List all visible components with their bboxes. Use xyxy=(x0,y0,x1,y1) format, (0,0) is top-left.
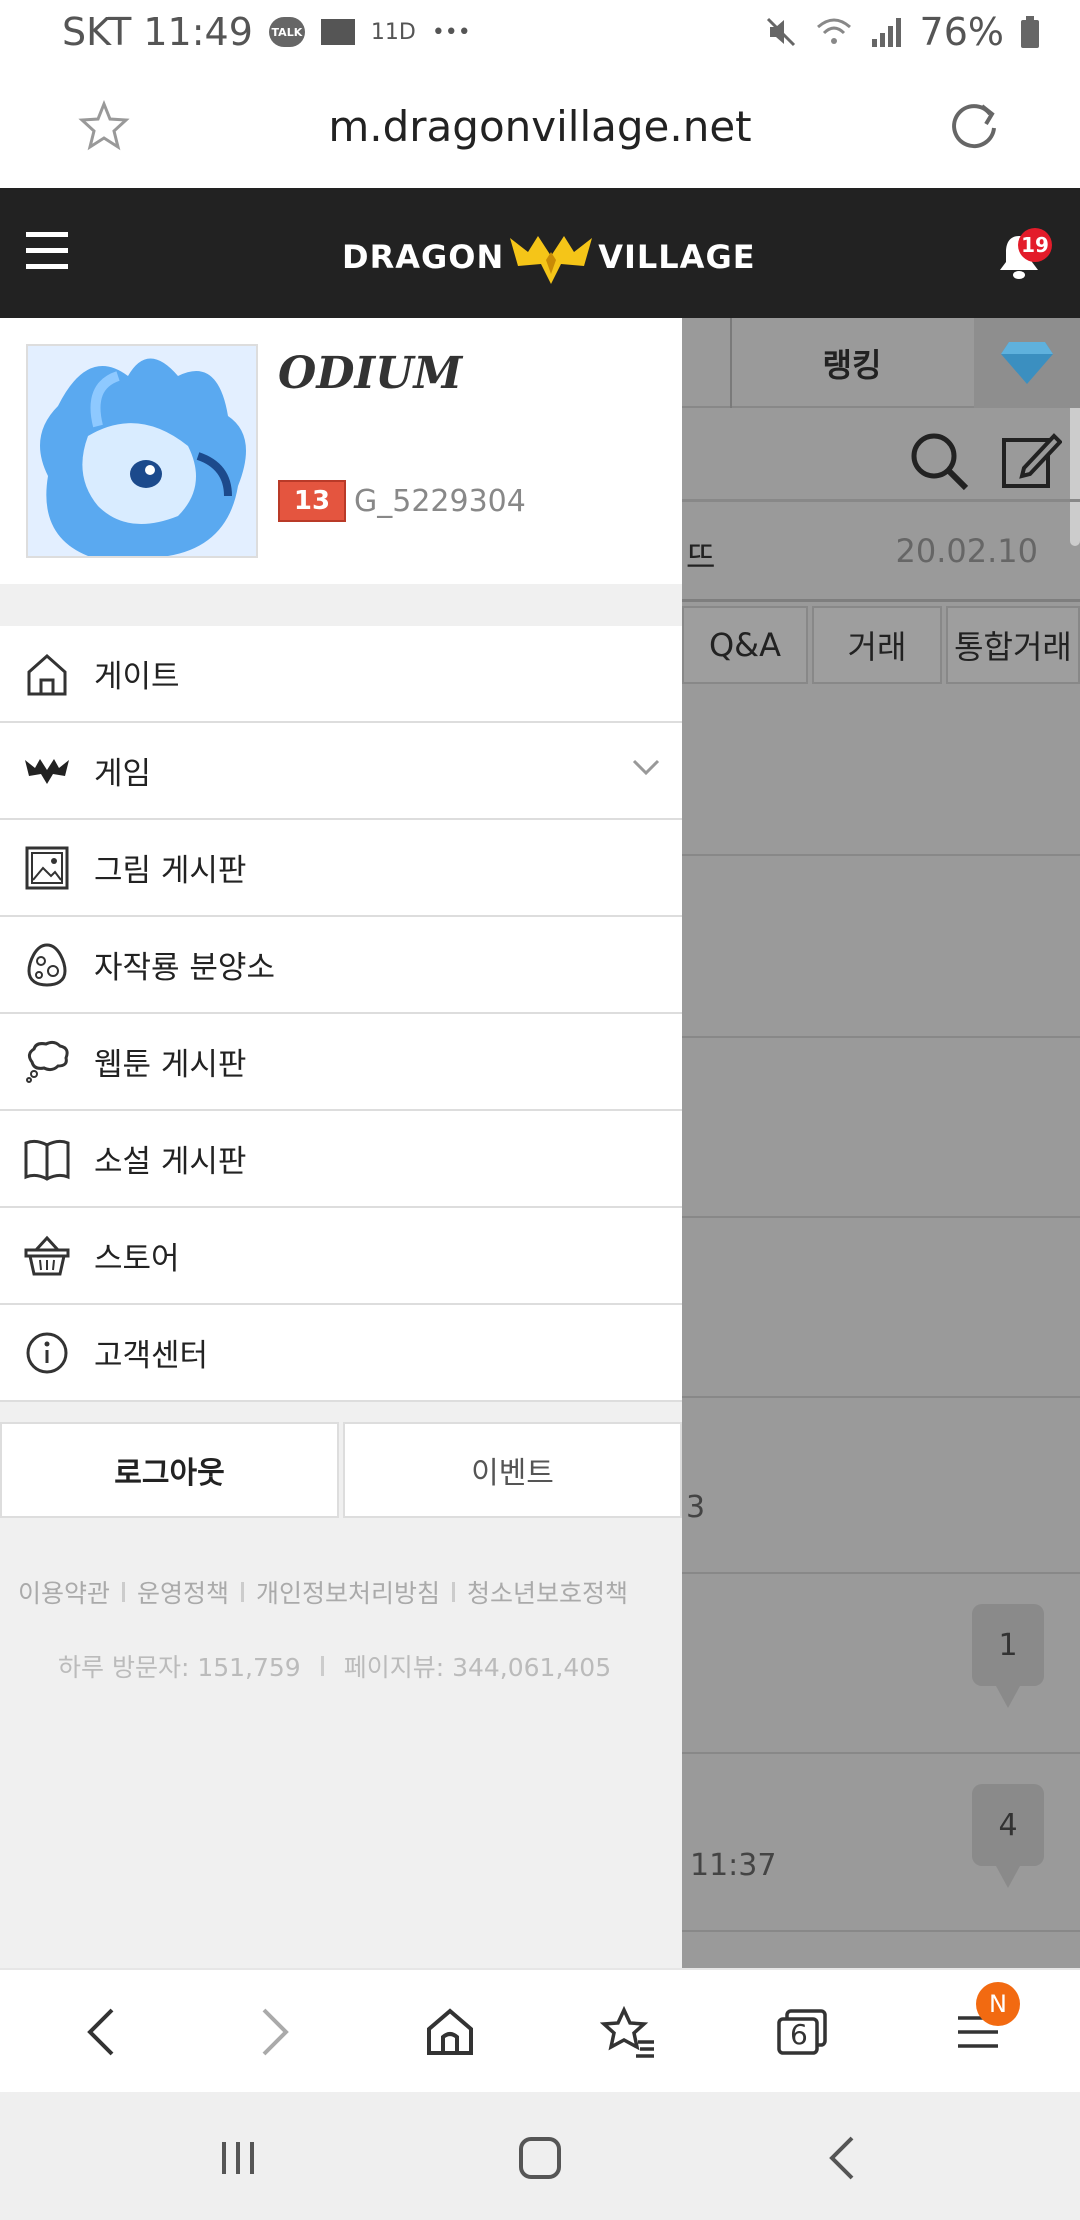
menu-item-gate[interactable]: 게이트 xyxy=(0,626,682,723)
username: ODIUM xyxy=(278,348,463,399)
mute-icon xyxy=(766,17,795,47)
status-bar: SKT 11:49 TALK 11D ••• 76% xyxy=(0,0,1080,64)
privacy-policy-link[interactable]: 개인정보처리방침 xyxy=(256,1574,440,1610)
square-home-icon xyxy=(519,2137,561,2179)
bookmarks-button[interactable] xyxy=(596,2000,660,2064)
chevron-right-icon xyxy=(262,2008,289,2056)
comment-count-bubble: 1 xyxy=(972,1604,1044,1708)
menu-item-webtoon-board[interactable]: 웹툰 게시판 xyxy=(0,1014,682,1111)
side-drawer: ODIUM 13 G_5229304 게이트 게임 그림 게시판 자작룡 분양소… xyxy=(0,318,682,1968)
mail-icon xyxy=(320,19,355,45)
tab-ranking: 랭킹 xyxy=(822,346,882,384)
basket-icon xyxy=(24,1233,70,1279)
chevron-left-icon xyxy=(87,2008,114,2056)
bookmark-star-icon[interactable] xyxy=(78,100,130,152)
url-text[interactable]: m.dragonvillage.net xyxy=(328,102,751,151)
menu-item-customer-center[interactable]: 고객센터 xyxy=(0,1305,682,1402)
tabs-count: 6 xyxy=(790,2018,808,2051)
search-icon xyxy=(911,433,969,491)
dragon-village-logo[interactable]: DRAGON VILLAGE xyxy=(342,228,756,286)
battery-percent: 76% xyxy=(919,10,1004,54)
diamond-tab xyxy=(974,318,1080,408)
dragon-avatar-illustration xyxy=(28,346,256,556)
user-id: G_5229304 xyxy=(354,484,526,519)
system-home-button[interactable] xyxy=(510,2128,570,2188)
drawer-menu: 게이트 게임 그림 게시판 자작룡 분양소 웹툰 게시판 소설 게시판 스토어 … xyxy=(0,626,682,1402)
logout-button[interactable]: 로그아웃 xyxy=(0,1422,339,1518)
menu-item-custom-dragon-adoption[interactable]: 자작룡 분양소 xyxy=(0,917,682,1014)
url-bar[interactable]: m.dragonvillage.net xyxy=(0,64,1080,188)
carrier-time: SKT 11:49 xyxy=(62,10,253,54)
diamond-icon xyxy=(1001,342,1053,384)
terms-link[interactable]: 이용약관 xyxy=(18,1574,110,1610)
category-qna: Q&A xyxy=(682,606,808,684)
back-button[interactable] xyxy=(68,2000,132,2064)
event-button[interactable]: 이벤트 xyxy=(343,1422,682,1518)
system-navigation-bar xyxy=(0,2092,1080,2220)
home-button[interactable] xyxy=(418,2000,482,2064)
notification-badge: 19 xyxy=(1018,228,1052,262)
browser-bottom-bar: 6 xyxy=(0,1968,1080,2092)
menu-item-novel-board[interactable]: 소설 게시판 xyxy=(0,1111,682,1208)
site-stats: 하루 방문자: 151,759 페이지뷰: 344,061,405 xyxy=(58,1648,611,1684)
menu-item-art-board[interactable]: 그림 게시판 xyxy=(0,820,682,917)
bg-tabs: 랭킹 xyxy=(682,318,1080,408)
write-icon xyxy=(1002,433,1062,488)
bg-category-tabs: Q&A 거래 통합거래 xyxy=(682,606,1080,686)
background-page-overlay[interactable]: 랭킹 뜨 20.02.10 Q&A 거래 통합거래 3 1 11:37 4 xyxy=(682,318,1080,1968)
reload-icon[interactable] xyxy=(946,98,1002,154)
comment-count-bubble: 4 xyxy=(972,1784,1044,1888)
home-icon xyxy=(24,651,70,697)
category-trade: 거래 xyxy=(812,606,942,684)
wifi-icon xyxy=(816,18,851,44)
dragon-icon xyxy=(24,748,70,794)
info-icon xyxy=(24,1330,70,1376)
recent-apps-icon xyxy=(222,2142,254,2174)
browser-menu-badge: N xyxy=(976,1982,1020,2026)
bookmark-list-icon xyxy=(600,2006,654,2058)
footer-links: 이용약관 운영정책 개인정보처리방침 청소년보호정책 xyxy=(18,1574,628,1610)
page-views: 페이지뷰: 344,061,405 xyxy=(343,1653,612,1682)
bg-notice-row: 뜨 20.02.10 xyxy=(682,502,1080,602)
recent-apps-button[interactable] xyxy=(208,2128,268,2188)
app-header: DRAGON VILLAGE 19 xyxy=(0,188,1080,318)
logo-dragon-icon xyxy=(510,236,593,284)
talk-icon: TALK xyxy=(268,17,305,47)
notification-extra-icon: 11D xyxy=(370,19,416,45)
auth-row: 로그아웃 이벤트 xyxy=(0,1422,682,1518)
bg-toolbar xyxy=(682,410,1080,502)
back-arrow-icon xyxy=(829,2136,854,2180)
level-badge: 13 xyxy=(278,480,346,522)
signal-icon xyxy=(871,18,901,47)
avatar[interactable] xyxy=(26,344,258,558)
menu-item-store[interactable]: 스토어 xyxy=(0,1208,682,1305)
daily-visitors: 하루 방문자: 151,759 xyxy=(58,1653,301,1682)
picture-icon xyxy=(24,845,70,891)
profile-card: ODIUM 13 G_5229304 xyxy=(0,318,682,584)
egg-icon xyxy=(24,942,70,988)
thought-cloud-icon xyxy=(24,1039,70,1085)
system-back-button[interactable] xyxy=(812,2128,872,2188)
menu-item-game[interactable]: 게임 xyxy=(0,723,682,820)
youth-protection-link[interactable]: 청소년보호정책 xyxy=(467,1574,628,1610)
hamburger-menu-icon[interactable] xyxy=(26,232,68,272)
forward-button[interactable] xyxy=(244,2000,308,2064)
home-icon xyxy=(427,2008,473,2055)
battery-icon xyxy=(1021,16,1039,48)
operation-policy-link[interactable]: 운영정책 xyxy=(137,1574,229,1610)
category-integrated-trade: 통합거래 xyxy=(946,606,1080,684)
chevron-down-icon[interactable] xyxy=(632,757,660,777)
tabs-button[interactable]: 6 xyxy=(770,2000,834,2064)
book-icon xyxy=(24,1136,70,1182)
more-notifications-icon: ••• xyxy=(431,19,471,45)
